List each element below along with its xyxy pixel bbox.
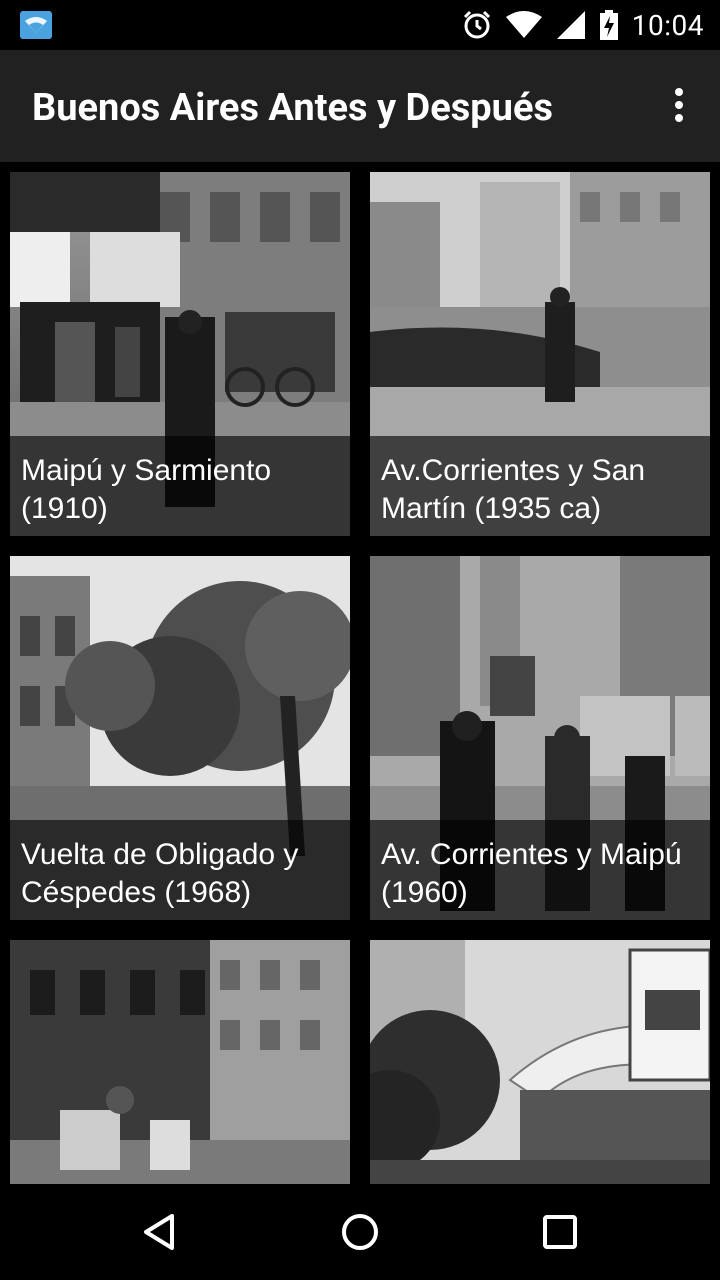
back-icon[interactable] (136, 1208, 184, 1256)
gallery-item[interactable] (10, 940, 350, 1184)
gallery-item[interactable] (370, 940, 710, 1184)
app-bar: Buenos Aires Antes y Después (0, 50, 720, 162)
gallery-item[interactable]: Av.Corrientes y San Martín (1935 ca) (370, 172, 710, 536)
photo-caption: Maipú y Sarmiento (1910) (10, 436, 350, 536)
home-icon[interactable] (336, 1208, 384, 1256)
wifi-icon (505, 11, 542, 38)
wifi-notification-icon (20, 11, 52, 39)
photo-caption: Vuelta de Obligado y Céspedes (1968) (10, 820, 350, 920)
photo-caption: Av. Corrientes y Maipú (1960) (370, 820, 710, 920)
status-time: 10:04 (631, 8, 704, 42)
photo-grid: Maipú y Sarmiento (1910) Av.Corrientes y… (10, 172, 710, 1184)
status-bar: 10:04 (0, 0, 720, 50)
app-title: Buenos Aires Antes y Después (32, 86, 553, 130)
signal-icon (556, 11, 585, 39)
gallery-item[interactable]: Av. Corrientes y Maipú (1960) (370, 556, 710, 920)
battery-charging-icon (599, 10, 618, 40)
photo-caption: Av.Corrientes y San Martín (1935 ca) (370, 436, 710, 536)
navigation-bar (0, 1184, 720, 1280)
more-vert-icon[interactable] (668, 88, 690, 124)
photo-thumbnail (370, 940, 710, 1184)
recents-icon[interactable] (536, 1208, 584, 1256)
alarm-icon (463, 10, 490, 39)
gallery-item[interactable]: Maipú y Sarmiento (1910) (10, 172, 350, 536)
photo-thumbnail (10, 940, 350, 1184)
gallery-item[interactable]: Vuelta de Obligado y Céspedes (1968) (10, 556, 350, 920)
